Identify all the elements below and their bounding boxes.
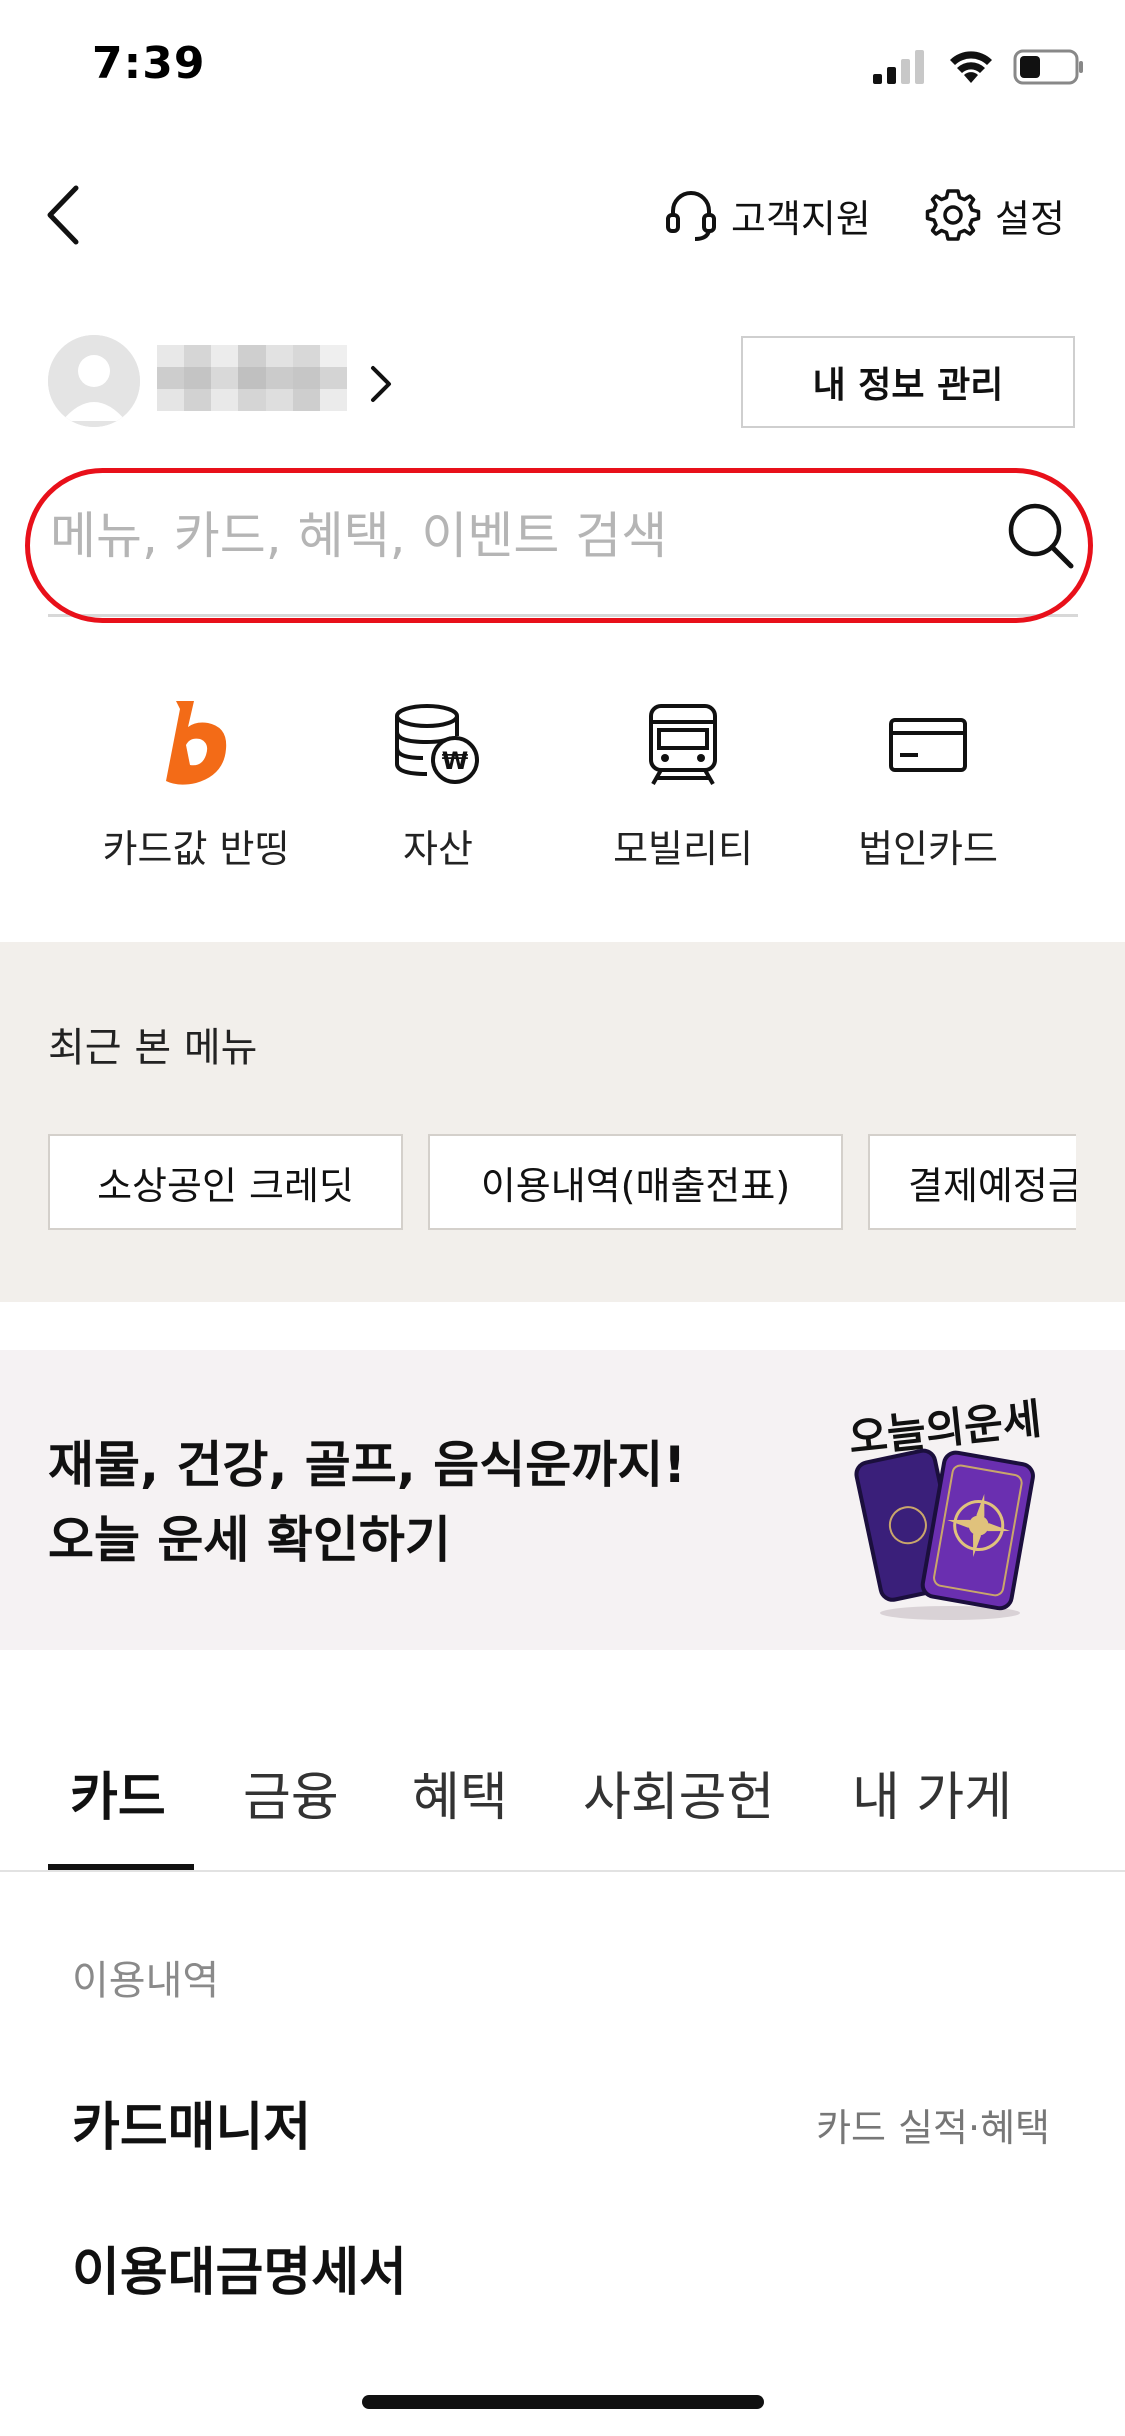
support-button[interactable]: 고객지원 <box>665 180 871 250</box>
recent-menu-section <box>0 942 1125 1302</box>
train-icon <box>628 690 738 800</box>
my-info-button[interactable]: 내 정보 관리 <box>741 336 1075 428</box>
recent-chip[interactable]: 소상공인 크레딧 <box>48 1134 403 1230</box>
search-highlight-annotation <box>25 468 1093 623</box>
quick-menu-label: 법인카드 <box>858 827 998 871</box>
banner-subline: 오늘 운세 확인하기 <box>48 1511 451 1569</box>
quick-menu-split-card-bill[interactable]: 카드값 반띵 <box>76 690 316 873</box>
quick-menu-corporate-card[interactable]: 법인카드 <box>808 690 1048 873</box>
signal-icon <box>873 50 924 84</box>
quick-menu-mobility[interactable]: 모빌리티 <box>563 690 803 873</box>
tab-my-store[interactable]: 내 가게 <box>852 1755 1012 1830</box>
tarot-cards-icon <box>850 1445 1050 1625</box>
tab-social-contribution[interactable]: 사회공헌 <box>583 1755 774 1830</box>
status-icons <box>873 42 1085 92</box>
user-name-blurred[interactable] <box>157 345 347 411</box>
quick-menu-label: 자산 <box>403 827 473 871</box>
battery-icon <box>1013 49 1083 85</box>
wifi-icon <box>950 51 992 83</box>
tab-benefits[interactable]: 혜택 <box>412 1755 508 1830</box>
list-item-card-manager[interactable]: 카드매니저 <box>72 2085 311 2160</box>
section-label-usage-history: 이용내역 <box>72 1958 220 2004</box>
recent-menu-chips[interactable]: 소상공인 크레딧 이용내역(매출전표) 결제예정금액 <box>48 1134 1076 1230</box>
b-logo-icon <box>141 690 251 800</box>
headset-icon <box>666 191 716 241</box>
tab-card[interactable]: 카드 <box>70 1755 166 1830</box>
tab-divider <box>0 1870 1125 1872</box>
list-item-card-manager-sub[interactable]: 카드 실적·혜택 <box>816 2097 1050 2152</box>
list-item-billing-statement[interactable]: 이용대금명세서 <box>72 2230 407 2305</box>
recent-menu-title: 최근 본 메뉴 <box>48 1025 258 1071</box>
back-chevron-icon <box>47 185 79 245</box>
status-time: 7:39 <box>92 38 206 89</box>
banner-headline: 재물, 건강, 골프, 음식운까지! <box>48 1436 687 1494</box>
active-tab-indicator <box>48 1864 194 1870</box>
home-indicator[interactable] <box>362 2395 764 2409</box>
recent-chip[interactable]: 이용내역(매출전표) <box>428 1134 843 1230</box>
settings-label: 설정 <box>995 196 1065 241</box>
settings-button[interactable]: 설정 <box>925 180 1065 250</box>
recent-chip[interactable]: 결제예정금액 <box>868 1134 1076 1230</box>
quick-menu-assets[interactable]: ₩ 자산 <box>318 690 558 873</box>
support-label: 고객지원 <box>731 196 871 241</box>
svg-text:₩: ₩ <box>442 747 469 775</box>
user-icon <box>48 335 140 427</box>
avatar[interactable] <box>48 335 140 427</box>
gear-icon <box>925 189 981 241</box>
credit-card-icon <box>873 690 983 800</box>
tab-finance[interactable]: 금융 <box>243 1755 339 1830</box>
profile-chevron-icon[interactable] <box>365 362 395 406</box>
back-button[interactable] <box>40 180 90 250</box>
quick-menu-label: 모빌리티 <box>613 827 753 871</box>
coins-won-icon: ₩ <box>383 690 493 800</box>
quick-menu-label: 카드값 반띵 <box>102 827 290 871</box>
